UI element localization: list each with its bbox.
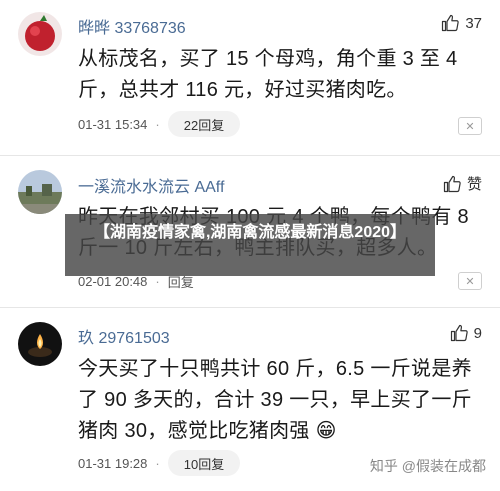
zhihu-watermark: 知乎 @假装在成都: [369, 458, 486, 474]
comment-text: 今天买了十只鸭共计 60 斤，6.5 一斤说是养了 90 多天的，合计 39 一…: [78, 354, 478, 447]
comment-meta: 01-31 19:28 · 10回复: [78, 450, 241, 476]
avatar[interactable]: [18, 170, 62, 214]
divider: [0, 155, 500, 156]
comment-text-content: 今天买了十只鸭共计 60 斤，6.5 一斤说是养了 90 多天的，合计 39 一…: [78, 358, 472, 442]
headline-banner: 【湖南疫情家禽,湖南禽流感最新消息2020】: [65, 214, 435, 276]
comment-username[interactable]: 晔晔 33768736: [78, 14, 186, 38]
like-button[interactable]: 赞: [443, 173, 482, 194]
reply-button[interactable]: 22回复: [167, 111, 241, 137]
thumbs-up-icon: [442, 14, 460, 32]
comment-time: 02-01 20:48: [78, 274, 148, 289]
thumbs-up-icon: [450, 324, 468, 342]
grinning-emoji-icon: 😁: [315, 420, 337, 442]
comment-text: 从标茂名，买了 15 个母鸡，角个重 3 至 4 斤，总共才 116 元，好过买…: [78, 48, 458, 101]
like-label: 赞: [466, 176, 482, 193]
close-icon[interactable]: ✕: [458, 272, 482, 290]
avatar[interactable]: [18, 322, 62, 366]
reply-button[interactable]: 10回复: [167, 450, 241, 476]
meta-separator: ·: [155, 274, 160, 289]
comment-time: 01-31 19:28: [78, 455, 148, 471]
comment-username[interactable]: 玖 29761503: [78, 324, 170, 348]
comment-meta: 01-31 15:34 · 22回复: [78, 111, 241, 137]
like-button[interactable]: 9: [450, 324, 482, 342]
meta-separator: ·: [155, 455, 160, 471]
thumbs-up-icon: [443, 175, 461, 192]
like-button[interactable]: 37: [441, 14, 482, 32]
comment-time: 01-31 15:34: [78, 116, 148, 132]
like-count: 9: [473, 324, 482, 342]
divider: [0, 307, 500, 308]
comment-username[interactable]: 一溪流水水流云 AAff: [78, 173, 224, 197]
like-count: 37: [465, 14, 482, 32]
avatar[interactable]: [18, 12, 62, 56]
meta-separator: ·: [155, 116, 160, 132]
close-icon[interactable]: ✕: [458, 117, 482, 135]
